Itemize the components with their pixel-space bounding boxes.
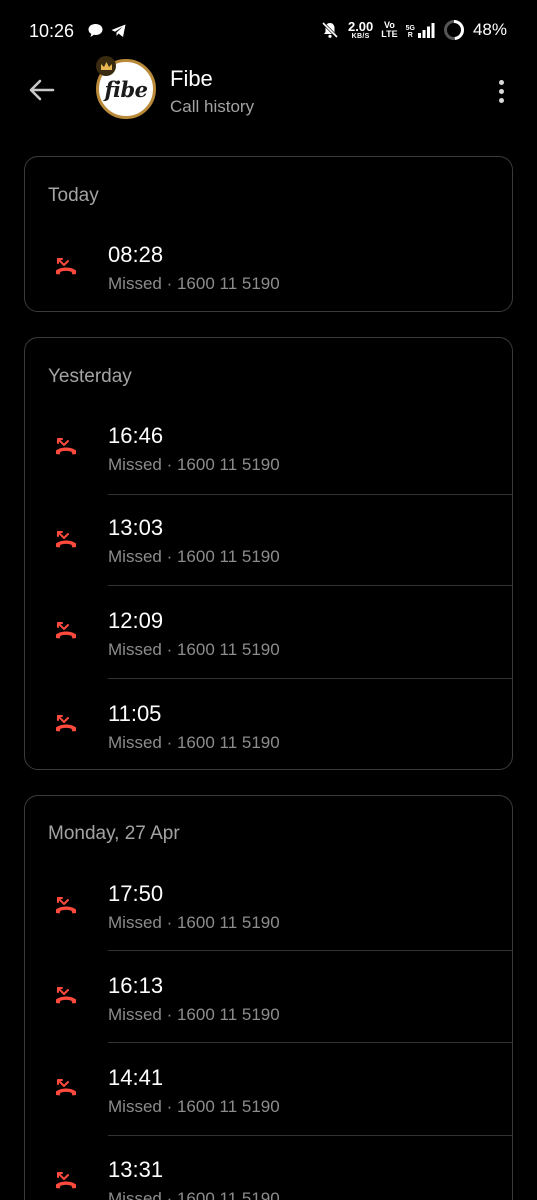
group-title: Monday, 27 Apr	[48, 823, 180, 844]
call-time: 17:50	[108, 881, 164, 906]
call-time: 13:31	[108, 1157, 164, 1182]
call-time: 08:28	[108, 242, 164, 267]
call-detail: Missed · 1600 11 5190	[108, 640, 280, 659]
call-number: 1600 11 5190	[176, 1189, 280, 1200]
missed-call-icon	[56, 897, 76, 914]
call-row[interactable]: 13:31 Missed · 1600 11 5190	[25, 1135, 512, 1200]
telegram-icon	[111, 24, 126, 37]
call-detail: Missed · 1600 11 5190	[108, 455, 280, 474]
row-divider	[108, 1042, 512, 1043]
row-divider	[108, 678, 512, 679]
group-title: Today	[48, 185, 99, 206]
notification-icons	[87, 22, 127, 39]
more-dot-icon	[498, 97, 504, 103]
call-number: 1600 11 5190	[176, 547, 280, 566]
call-time: 11:05	[108, 701, 162, 726]
call-status: Missed	[108, 1189, 162, 1200]
call-time: 16:46	[108, 423, 164, 448]
call-detail: Missed · 1600 11 5190	[108, 913, 280, 932]
call-status: Missed	[108, 1097, 162, 1116]
network-speed-unit: KB/S	[351, 33, 370, 40]
more-dot-icon	[498, 79, 504, 85]
call-status: Missed	[108, 733, 162, 752]
back-button[interactable]	[26, 74, 58, 106]
missed-call-icon	[56, 531, 76, 548]
status-right: 2.00 KB/S Vo LTE 5G R 48%	[320, 19, 507, 41]
back-arrow-icon	[29, 79, 55, 101]
call-number: 1600 11 5190	[176, 733, 280, 752]
call-detail: Missed · 1600 11 5190	[108, 547, 280, 566]
volte-indicator: Vo LTE	[381, 21, 397, 39]
call-number: 1600 11 5190	[176, 1005, 280, 1024]
battery-percent: 48%	[472, 20, 507, 39]
signal-strength-icon	[417, 22, 435, 38]
row-divider	[108, 585, 512, 586]
call-status: Missed	[108, 1005, 162, 1024]
call-status: Missed	[108, 547, 162, 566]
missed-call-icon	[56, 1079, 76, 1096]
call-time: 16:13	[108, 973, 164, 998]
call-row[interactable]: 16:13 Missed · 1600 11 5190	[25, 950, 512, 1043]
contact-name: Fibe	[170, 66, 213, 91]
call-group-yesterday: Yesterday 16:46 Missed · 1600 11 5190 13…	[24, 337, 513, 770]
avatar-logo-text: fibe	[104, 76, 148, 102]
call-row[interactable]: 13:03 Missed · 1600 11 5190	[25, 494, 512, 587]
network-type: 5G	[405, 24, 415, 32]
call-detail: Missed · 1600 11 5190	[108, 1189, 280, 1200]
group-title: Yesterday	[48, 366, 132, 387]
call-number: 1600 11 5190	[176, 640, 280, 659]
network-speed-value: 2.00	[347, 19, 374, 34]
missed-call-icon	[56, 438, 76, 455]
call-status: Missed	[108, 455, 162, 474]
chat-bubble-icon	[88, 24, 103, 37]
call-row[interactable]: 16:46 Missed · 1600 11 5190	[25, 402, 512, 494]
call-detail: Missed · 1600 11 5190	[108, 1005, 280, 1024]
more-options-button[interactable]	[489, 74, 513, 108]
mute-bell-icon	[321, 21, 339, 39]
call-row[interactable]: 17:50 Missed · 1600 11 5190	[25, 858, 512, 950]
call-time: 12:09	[108, 608, 164, 633]
app-header: fibe Fibe Call history	[0, 56, 537, 126]
call-group-today: Today 08:28 Missed · 1600 11 5190	[24, 156, 513, 312]
call-history-screen: 10:26 2.00 KB/S Vo LTE 5G R 48% fibe Fib…	[0, 0, 537, 1200]
roaming-indicator: R	[407, 31, 413, 39]
call-status: Missed	[108, 274, 162, 293]
call-number: 1600 11 5190	[176, 455, 280, 474]
call-group-monday-27-apr: Monday, 27 Apr 17:50 Missed · 1600 11 51…	[24, 795, 513, 1200]
missed-call-icon	[56, 715, 76, 732]
call-detail: Missed · 1600 11 5190	[108, 1097, 280, 1116]
row-divider	[108, 494, 512, 495]
row-divider	[108, 1135, 512, 1136]
more-dot-icon	[498, 88, 504, 94]
call-row[interactable]: 12:09 Missed · 1600 11 5190	[25, 585, 512, 678]
call-row[interactable]: 11:05 Missed · 1600 11 5190	[25, 678, 512, 771]
status-bar: 10:26 2.00 KB/S Vo LTE 5G R 48%	[0, 0, 537, 62]
missed-call-icon	[56, 987, 76, 1004]
call-time: 14:41	[108, 1065, 164, 1090]
row-divider	[108, 950, 512, 951]
call-number: 1600 11 5190	[176, 913, 280, 932]
network-speed: 2.00 KB/S	[348, 20, 373, 40]
call-row[interactable]: 08:28 Missed · 1600 11 5190	[25, 221, 512, 313]
call-row[interactable]: 14:41 Missed · 1600 11 5190	[25, 1042, 512, 1135]
status-time: 10:26	[29, 21, 75, 41]
call-time: 13:03	[108, 515, 164, 540]
call-detail: Missed · 1600 11 5190	[108, 274, 280, 293]
battery-ring-icon	[443, 20, 464, 40]
signal-group: 5G R	[406, 22, 435, 39]
call-detail: Missed · 1600 11 5190	[108, 733, 280, 752]
missed-call-icon	[56, 258, 76, 275]
call-status: Missed	[108, 640, 162, 659]
call-status: Missed	[108, 913, 162, 932]
page-subtitle: Call history	[170, 97, 255, 116]
call-number: 1600 11 5190	[176, 274, 280, 293]
volte-bottom: LTE	[381, 29, 398, 39]
verified-crown-icon	[96, 56, 116, 76]
call-number: 1600 11 5190	[176, 1097, 280, 1116]
missed-call-icon	[56, 622, 76, 639]
missed-call-icon	[56, 1172, 76, 1189]
